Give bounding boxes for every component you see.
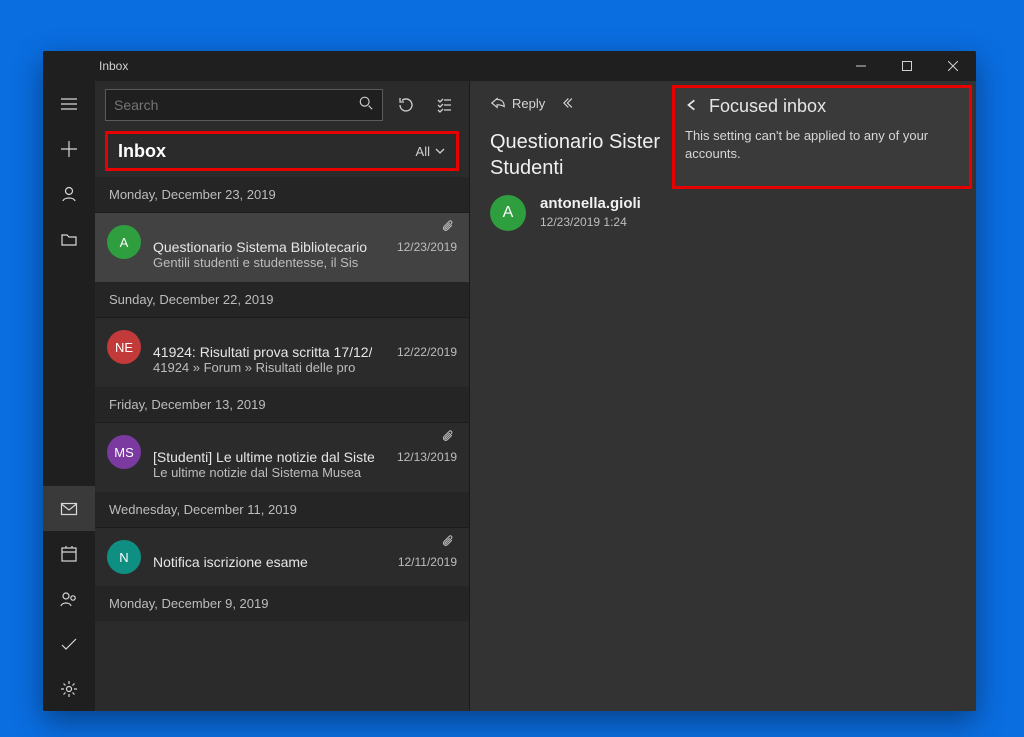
message-list-column: Inbox All Monday, December 23, 2019 A Ques…	[95, 81, 470, 711]
message-preview: Le ultime notizie dal Sistema Musea	[153, 465, 443, 480]
panel-message: This setting can't be applied to any of …	[685, 127, 955, 163]
folder-header[interactable]: Inbox All	[105, 131, 459, 171]
search-icon[interactable]	[358, 95, 374, 116]
window-title: Inbox	[43, 59, 128, 73]
maximize-button[interactable]	[884, 51, 930, 81]
folders-button[interactable]	[43, 216, 95, 261]
select-mode-button[interactable]	[429, 90, 459, 120]
search-input[interactable]	[105, 89, 383, 121]
mail-tab[interactable]	[43, 486, 95, 531]
panel-title: Focused inbox	[709, 96, 826, 117]
settings-button[interactable]	[43, 666, 95, 711]
refresh-button[interactable]	[391, 90, 421, 120]
reply-button[interactable]: Reply	[484, 91, 551, 115]
message-header: A antonella.gioli 12/23/2019 1:24	[470, 191, 976, 235]
message-item[interactable]: N Notifica iscrizione esame 12/11/2019	[95, 527, 469, 586]
app-window: Inbox	[43, 51, 976, 711]
hamburger-button[interactable]	[43, 81, 95, 126]
avatar: N	[107, 540, 141, 574]
message-subject: [Studenti] Le ultime notizie dal Siste	[153, 449, 375, 465]
todo-tab[interactable]	[43, 621, 95, 666]
sender-name: antonella.gioli	[540, 195, 641, 212]
attachment-icon	[441, 219, 455, 238]
message-preview: Gentili studenti e studentesse, il Sis	[153, 255, 443, 270]
filter-dropdown[interactable]: All	[416, 144, 446, 159]
close-button[interactable]	[930, 51, 976, 81]
sender-avatar: A	[490, 195, 526, 231]
titlebar: Inbox	[43, 51, 976, 81]
message-list[interactable]: Monday, December 23, 2019 A Questionario S…	[95, 177, 469, 711]
message-item[interactable]: A Questionario Sistema Bibliotecario 12/23…	[95, 212, 469, 282]
back-icon[interactable]	[685, 96, 699, 117]
date-header: Monday, December 23, 2019	[95, 177, 469, 212]
attachment-icon	[441, 534, 455, 553]
list-toolbar	[95, 81, 469, 127]
avatar: MS	[107, 435, 141, 469]
message-timestamp: 12/23/2019 1:24	[540, 215, 641, 229]
search-field[interactable]	[114, 97, 358, 113]
avatar: NE	[107, 330, 141, 364]
message-date: 12/23/2019	[389, 240, 457, 254]
accounts-button[interactable]	[43, 171, 95, 216]
message-subject: Questionario Sistema Bibliotecario	[153, 239, 367, 255]
reply-all-button[interactable]	[557, 91, 585, 115]
date-header: Friday, December 13, 2019	[95, 387, 469, 422]
reading-pane: Reply Questionario SisterStudenti A anto…	[470, 81, 976, 711]
calendar-tab[interactable]	[43, 531, 95, 576]
message-date: 12/13/2019	[389, 450, 457, 464]
avatar: A	[107, 225, 141, 259]
message-subject: 41924: Risultati prova scritta 17/12/	[153, 344, 372, 360]
people-tab[interactable]	[43, 576, 95, 621]
new-mail-button[interactable]	[43, 126, 95, 171]
message-preview: 41924 » Forum » Risultati delle pro	[153, 360, 443, 375]
focused-inbox-panel: Focused inbox This setting can't be appl…	[672, 85, 972, 189]
message-date: 12/11/2019	[390, 555, 457, 569]
date-header: Sunday, December 22, 2019	[95, 282, 469, 317]
message-item[interactable]: MS [Studenti] Le ultime notizie dal Siste…	[95, 422, 469, 492]
panel-header[interactable]: Focused inbox	[685, 96, 955, 117]
date-header: Monday, December 9, 2019	[95, 586, 469, 621]
message-subject: Notifica iscrizione esame	[153, 554, 308, 570]
minimize-button[interactable]	[838, 51, 884, 81]
nav-rail	[43, 81, 95, 711]
message-item[interactable]: NE 41924: Risultati prova scritta 17/12/1…	[95, 317, 469, 387]
date-header: Wednesday, December 11, 2019	[95, 492, 469, 527]
attachment-icon	[441, 429, 455, 448]
folder-name: Inbox	[118, 141, 166, 162]
message-date: 12/22/2019	[389, 345, 457, 359]
